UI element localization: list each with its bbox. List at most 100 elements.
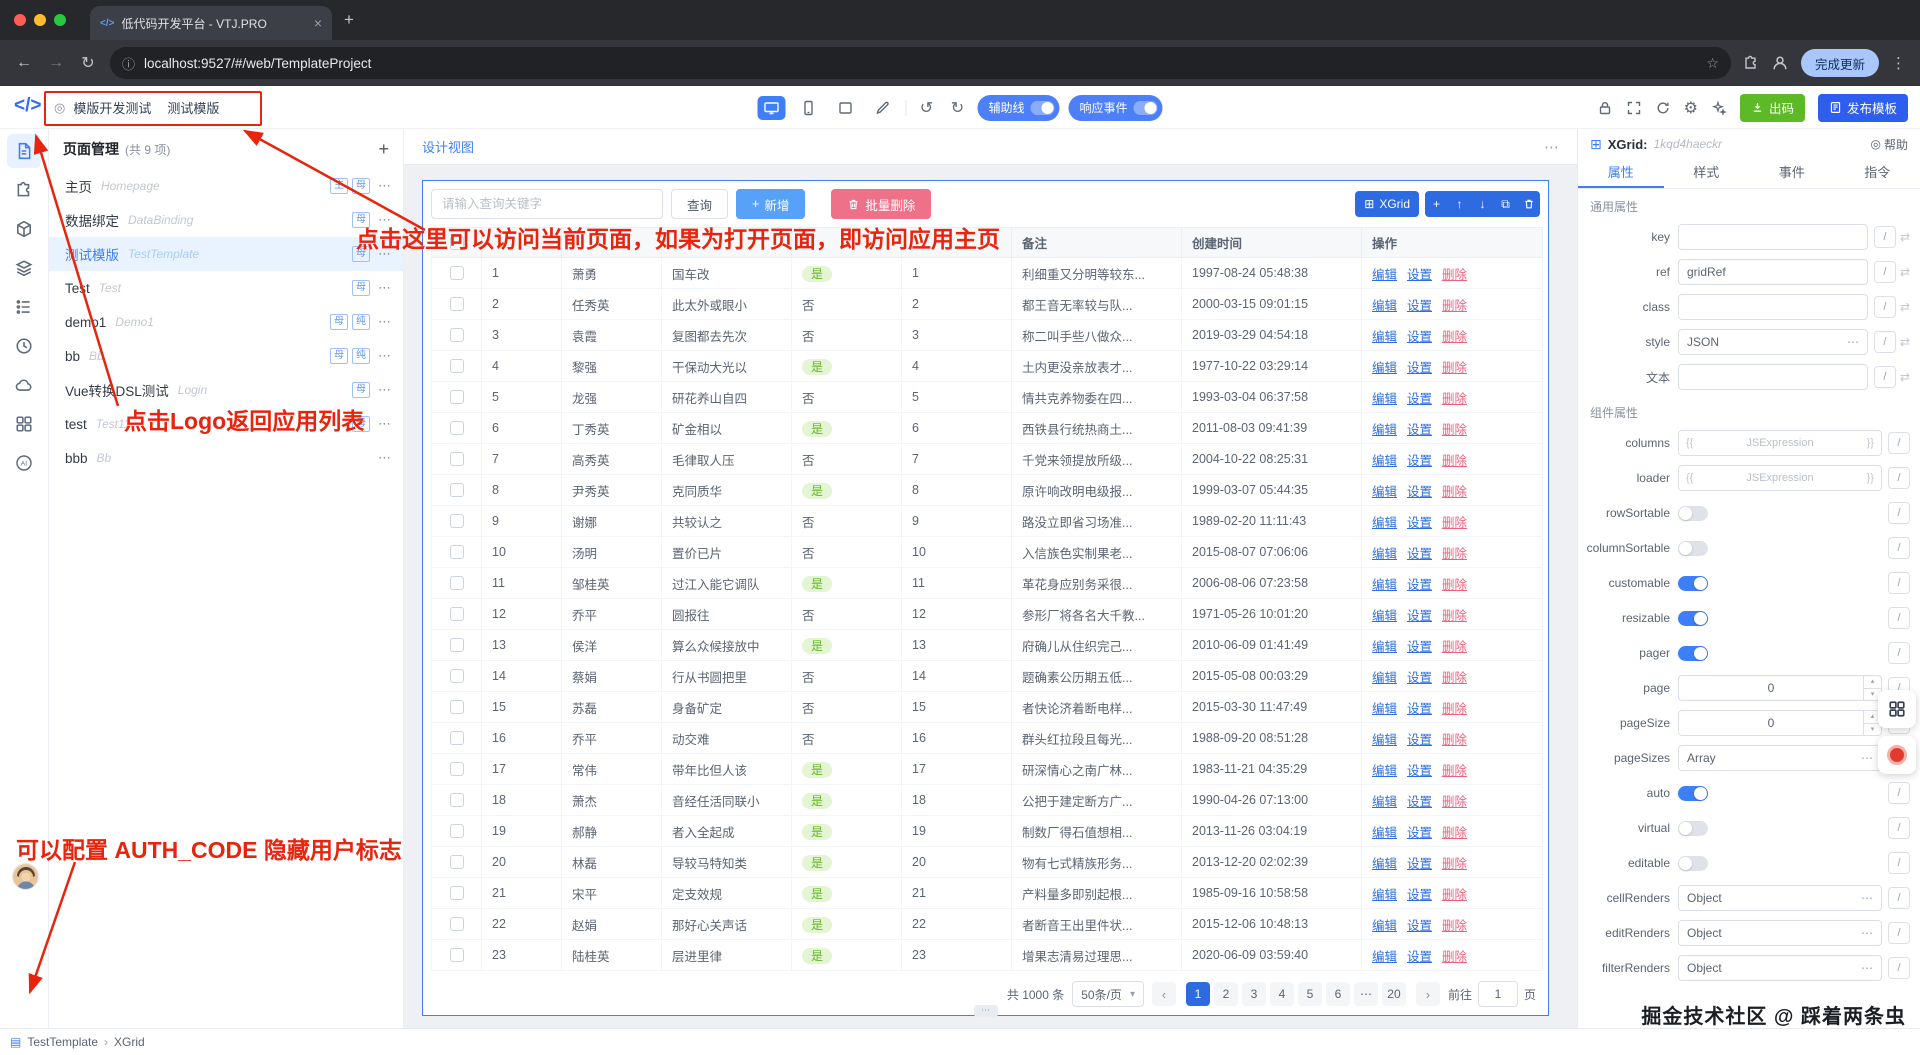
expression-input[interactable]: {{JSExpression}} — [1678, 465, 1882, 491]
grid-header-cell[interactable]: 操作 — [1361, 227, 1543, 258]
bind-expression-button[interactable]: / — [1888, 572, 1910, 594]
vtj-logo[interactable]: </> — [14, 95, 41, 117]
row-checkbox[interactable] — [449, 452, 464, 467]
row-settings-link[interactable]: 设置 — [1407, 919, 1432, 933]
inspector-tab[interactable]: 事件 — [1749, 159, 1835, 188]
status-breadcrumb-root[interactable]: TestTemplate — [27, 1035, 98, 1049]
reload-button[interactable]: ↻ — [78, 53, 98, 73]
export-code-button[interactable]: 出码 — [1739, 93, 1805, 122]
page-more-icon[interactable]: ⋯ — [378, 382, 391, 398]
row-delete-link[interactable]: 删除 — [1442, 330, 1467, 344]
row-settings-link[interactable]: 设置 — [1407, 857, 1432, 871]
grid-add-button[interactable]: + 新增 — [736, 189, 806, 219]
browser-tab[interactable]: </> 低代码开发平台 - VTJ.PRO × — [90, 6, 332, 40]
grid-header-cell[interactable]: 创建时间 — [1181, 227, 1362, 258]
expression-input[interactable]: {{JSExpression}} — [1678, 430, 1882, 456]
row-settings-link[interactable]: 设置 — [1407, 578, 1432, 592]
row-checkbox[interactable] — [449, 948, 464, 963]
row-edit-link[interactable]: 编辑 — [1372, 392, 1397, 406]
phone-view-button[interactable] — [794, 96, 822, 120]
bind-expression-button[interactable]: / — [1873, 226, 1896, 248]
row-settings-link[interactable]: 设置 — [1407, 826, 1432, 840]
page-item[interactable]: 测试模版 TestTemplate 母 ⋯ — [49, 237, 403, 271]
forward-button[interactable]: → — [46, 54, 66, 72]
bind-expression-button[interactable]: / — [1888, 502, 1910, 524]
row-checkbox[interactable] — [449, 886, 464, 901]
row-settings-link[interactable]: 设置 — [1407, 547, 1432, 561]
next-page-button[interactable]: › — [1415, 982, 1440, 1006]
row-settings-link[interactable]: 设置 — [1407, 671, 1432, 685]
rail-item-outline[interactable] — [7, 290, 41, 324]
row-checkbox[interactable] — [449, 700, 464, 715]
rail-item-blocks[interactable] — [7, 212, 41, 246]
row-delete-link[interactable]: 删除 — [1442, 640, 1467, 654]
page-more-icon[interactable]: ⋯ — [378, 246, 391, 262]
row-checkbox[interactable] — [449, 607, 464, 622]
property-toggle[interactable] — [1678, 575, 1708, 591]
row-delete-link[interactable]: 删除 — [1442, 919, 1467, 933]
page-more-icon[interactable]: ⋯ — [378, 348, 391, 364]
bind-expression-button[interactable]: / — [1873, 331, 1896, 353]
row-checkbox[interactable] — [449, 266, 464, 281]
row-checkbox[interactable] — [449, 421, 464, 436]
property-select[interactable]: Array ⋯ — [1678, 745, 1882, 771]
swap-icon[interactable]: ⇄ — [1900, 370, 1910, 384]
row-settings-link[interactable]: 设置 — [1407, 764, 1432, 778]
grid-batch-delete-button[interactable]: 批量删除 — [831, 189, 932, 219]
property-select[interactable]: Object ⋯ — [1678, 955, 1882, 981]
grid-header-cell[interactable] — [791, 227, 902, 258]
bind-expression-button[interactable]: / — [1888, 432, 1910, 454]
bind-expression-button[interactable]: / — [1888, 782, 1910, 804]
grid-header-cell[interactable] — [481, 227, 562, 258]
page-size-select[interactable]: 50条/页 ▾ — [1072, 981, 1144, 1007]
browser-update-button[interactable]: 完成更新 — [1800, 49, 1879, 77]
grid-header-cell[interactable] — [561, 227, 662, 258]
property-toggle[interactable] — [1678, 610, 1708, 626]
row-delete-link[interactable]: 删除 — [1442, 485, 1467, 499]
row-edit-link[interactable]: 编辑 — [1372, 609, 1397, 623]
bind-expression-button[interactable]: / — [1888, 957, 1910, 979]
page-item[interactable]: Vue转换DSL测试 Login 母 ⋯ — [49, 373, 403, 407]
redo-icon[interactable]: ↻ — [946, 98, 968, 118]
bind-expression-button[interactable]: / — [1873, 296, 1896, 318]
row-settings-link[interactable]: 设置 — [1407, 485, 1432, 499]
grid-search-input[interactable] — [431, 189, 663, 219]
page-more-icon[interactable]: ⋯ — [378, 314, 391, 330]
grid-header-cell[interactable] — [431, 227, 482, 258]
row-settings-link[interactable]: 设置 — [1407, 702, 1432, 716]
row-delete-link[interactable]: 删除 — [1442, 578, 1467, 592]
property-select[interactable]: Object ⋯ — [1678, 885, 1882, 911]
row-checkbox[interactable] — [449, 669, 464, 684]
current-page-name[interactable]: 测试模版 — [167, 98, 219, 117]
goto-page-input[interactable] — [1477, 981, 1518, 1007]
row-delete-link[interactable]: 删除 — [1442, 702, 1467, 716]
row-settings-link[interactable]: 设置 — [1407, 330, 1432, 344]
row-settings-link[interactable]: 设置 — [1407, 950, 1432, 964]
move-up-icon[interactable]: ↑ — [1448, 197, 1471, 211]
bind-expression-button[interactable]: / — [1888, 467, 1910, 489]
row-settings-link[interactable]: 设置 — [1407, 361, 1432, 375]
row-delete-link[interactable]: 删除 — [1442, 671, 1467, 685]
events-toggle[interactable]: 响应事件 — [1068, 94, 1163, 121]
row-checkbox[interactable] — [449, 855, 464, 870]
ai-icon[interactable] — [1711, 99, 1727, 116]
row-settings-link[interactable]: 设置 — [1407, 392, 1432, 406]
row-settings-link[interactable]: 设置 — [1407, 454, 1432, 468]
property-input[interactable] — [1678, 364, 1868, 390]
row-edit-link[interactable]: 编辑 — [1372, 268, 1397, 282]
rail-item-history[interactable] — [7, 329, 41, 363]
refresh-icon[interactable] — [1655, 100, 1671, 116]
page-more-icon[interactable]: ⋯ — [378, 280, 391, 296]
row-delete-link[interactable]: 删除 — [1442, 547, 1467, 561]
row-delete-link[interactable]: 删除 — [1442, 764, 1467, 778]
page-more-icon[interactable]: ⋯ — [378, 450, 391, 466]
bind-expression-button[interactable]: / — [1873, 261, 1896, 283]
row-delete-link[interactable]: 删除 — [1442, 826, 1467, 840]
page-number-button[interactable]: 4 — [1269, 982, 1294, 1006]
select-all-checkbox[interactable] — [449, 235, 464, 250]
style-json-editor[interactable]: JSON ⋯ — [1678, 329, 1868, 355]
swap-icon[interactable]: ⇄ — [1900, 230, 1910, 244]
xgrid-component[interactable]: 查询 + 新增 批量删除 ⊞ XGrid + ↑ — [422, 180, 1549, 1017]
status-breadcrumb-current[interactable]: XGrid — [114, 1035, 145, 1049]
row-edit-link[interactable]: 编辑 — [1372, 888, 1397, 902]
